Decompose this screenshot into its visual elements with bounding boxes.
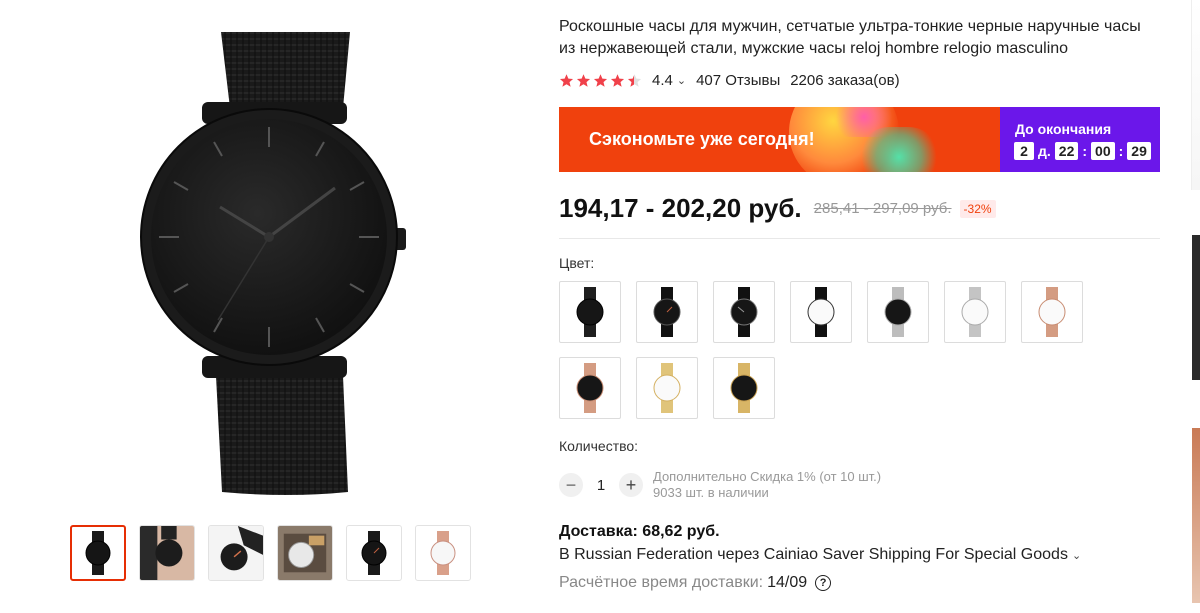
eta-label: Расчётное время доставки:	[559, 574, 764, 591]
orders-count: 2206 заказа(ов)	[790, 71, 900, 89]
old-price: 285,41 - 297,09 руб.	[813, 200, 952, 217]
countdown-days: 2	[1014, 142, 1034, 160]
shipping-method-text: В Russian Federation через Cainiao Saver…	[559, 546, 1068, 563]
color-option-white-rosegold-mesh[interactable]	[1021, 281, 1083, 343]
shipping-method-selector[interactable]: В Russian Federation через Cainiao Saver…	[559, 546, 1081, 564]
watch-white-rosegold-mesh-icon	[1038, 287, 1066, 337]
eta-date: 14/09	[767, 574, 808, 591]
thumbnail-3[interactable]	[208, 525, 264, 581]
color-option-black-leather-2[interactable]	[713, 281, 775, 343]
delivery-eta: Расчётное время доставки: 14/09 ?	[559, 574, 832, 592]
countdown-separator: :	[1118, 143, 1124, 159]
watch-illustration	[140, 32, 406, 495]
price-row: 194,17 - 202,20 руб. 285,41 - 297,09 руб…	[559, 193, 996, 224]
color-option-black-mesh[interactable]	[559, 281, 621, 343]
star-icon	[576, 73, 591, 87]
star-icon	[610, 73, 625, 87]
color-options	[559, 281, 1099, 419]
discount-badge: -32%	[959, 199, 996, 218]
watch-white-gold-mesh-icon	[653, 363, 681, 413]
half-star-icon	[627, 73, 642, 87]
adjacent-panel-edge	[1191, 0, 1200, 190]
thumbnail-4[interactable]	[277, 525, 333, 581]
bulk-discount-note: Дополнительно Скидка 1% (от 10 шт.)	[653, 469, 882, 484]
rating-score[interactable]: 4.4	[652, 72, 673, 89]
watch-black-mesh-icon	[576, 287, 604, 337]
adjacent-image-edge	[1192, 428, 1200, 603]
countdown-label: До окончания	[1015, 121, 1112, 137]
color-option-black-rosegold-mesh[interactable]	[559, 357, 621, 419]
current-price: 194,17 - 202,20 руб.	[559, 193, 802, 223]
quantity-info: Дополнительно Скидка 1% (от 10 шт.) 9033…	[653, 469, 881, 501]
rating-stars	[559, 73, 642, 88]
quantity-input[interactable]: 1	[583, 477, 619, 494]
countdown-minutes: 00	[1091, 142, 1115, 160]
promo-banner[interactable]: Сэкономьте уже сегодня! До окончания 2 д…	[559, 107, 1160, 172]
adjacent-image-edge	[1192, 235, 1200, 380]
watch-black-silver-mesh-icon	[884, 287, 912, 337]
quantity-plus-button[interactable]: +	[619, 473, 643, 497]
main-product-image[interactable]	[138, 30, 408, 496]
product-title: Роскошные часы для мужчин, сетчатые ульт…	[559, 18, 1141, 57]
rating-row: 4.4 ⌄ 407 Отзывы 2206 заказа(ов)	[559, 70, 900, 90]
countdown-digits: 2 д. 22 : 00 : 29	[1014, 142, 1151, 160]
chevron-down-icon: ⌄	[1071, 550, 1082, 562]
watch-black-leather-icon	[730, 287, 758, 337]
quantity-stepper: − 1 + Дополнительно Скидка 1% (от 10 шт.…	[559, 469, 881, 501]
thumbnail-5[interactable]	[346, 525, 402, 581]
countdown-days-unit: д.	[1038, 143, 1051, 159]
watch-white-black-strap-icon	[807, 287, 835, 337]
divider	[559, 238, 1160, 239]
watch-black-leather-icon	[653, 287, 681, 337]
watch-black-gold-mesh-icon	[730, 363, 758, 413]
stock-count: 9033 шт. в наличии	[653, 485, 769, 500]
quantity-label: Количество:	[559, 438, 639, 454]
color-option-black-gold-mesh[interactable]	[713, 357, 775, 419]
shipping-price: Доставка: 68,62 руб.	[559, 523, 720, 540]
star-icon	[559, 73, 574, 87]
color-option-white-gold-mesh[interactable]	[636, 357, 698, 419]
color-label: Цвет:	[559, 255, 595, 271]
color-option-black-leather[interactable]	[636, 281, 698, 343]
watch-white-silver-mesh-icon	[961, 287, 989, 337]
color-option-white-silver-mesh[interactable]	[944, 281, 1006, 343]
countdown-timer: До окончания 2 д. 22 : 00 : 29	[1000, 107, 1160, 172]
star-icon	[593, 73, 608, 87]
help-icon[interactable]: ?	[815, 575, 832, 591]
countdown-separator: :	[1082, 143, 1088, 159]
color-option-black-silver-mesh[interactable]	[867, 281, 929, 343]
promo-decoration	[859, 127, 939, 172]
countdown-hours: 22	[1054, 142, 1079, 160]
thumbnail-6[interactable]	[415, 525, 471, 581]
promo-text: Сэкономьте уже сегодня!	[589, 129, 815, 149]
quantity-minus-button[interactable]: −	[559, 473, 583, 497]
color-option-white-black-strap[interactable]	[790, 281, 852, 343]
watch-black-rosegold-mesh-icon	[576, 363, 604, 413]
thumbnail-1[interactable]	[70, 525, 126, 581]
chevron-down-icon[interactable]: ⌄	[677, 74, 686, 87]
reviews-count[interactable]: 407 Отзывы	[696, 72, 780, 89]
thumbnail-2[interactable]	[139, 525, 195, 581]
countdown-seconds: 29	[1127, 142, 1151, 160]
thumbnail-strip	[70, 525, 471, 581]
